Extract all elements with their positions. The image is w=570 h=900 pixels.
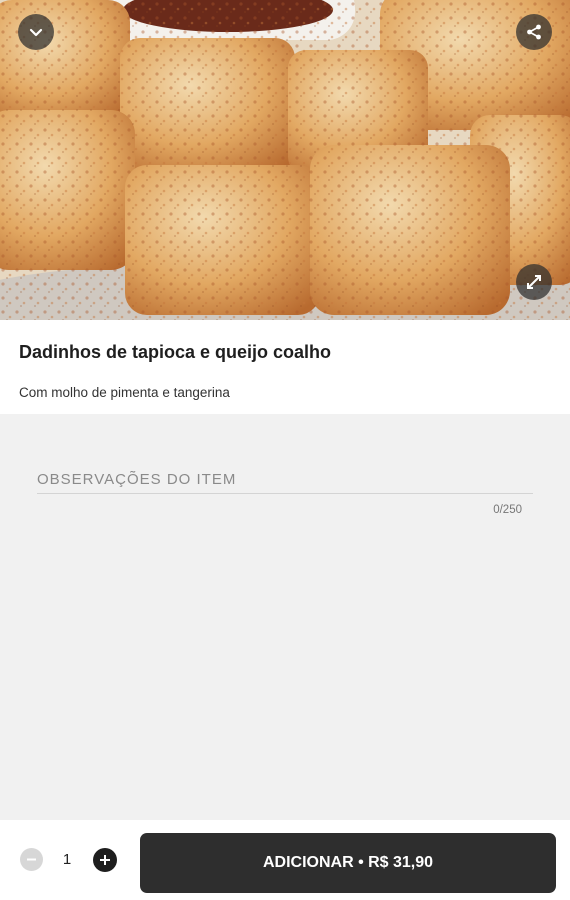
minus-icon — [27, 858, 36, 861]
collapse-button[interactable] — [18, 14, 54, 50]
item-title: Dadinhos de tapioca e queijo coalho — [19, 342, 332, 362]
item-photo — [0, 0, 570, 320]
decrease-quantity-button[interactable] — [20, 848, 43, 871]
item-notes-section: 0/250 — [0, 414, 570, 820]
notes-char-counter: 0/250 — [493, 504, 522, 516]
item-image — [0, 0, 570, 320]
increase-quantity-button[interactable] — [93, 848, 117, 872]
chevron-down-icon — [29, 28, 43, 37]
expand-image-button[interactable] — [516, 264, 552, 300]
footer-bar: 1 ADICIONAR • R$ 31,90 — [0, 820, 570, 900]
item-description: Com molho de pimenta e tangerina — [19, 385, 230, 400]
add-to-cart-button[interactable]: ADICIONAR • R$ 31,90 — [140, 833, 556, 893]
item-info: Dadinhos de tapioca e queijo coalho Com … — [0, 320, 570, 414]
share-button[interactable] — [516, 14, 552, 50]
item-notes-input[interactable] — [37, 466, 533, 494]
plus-icon — [100, 855, 110, 865]
share-icon — [527, 24, 541, 40]
quantity-value: 1 — [62, 851, 72, 868]
expand-icon — [527, 275, 541, 289]
